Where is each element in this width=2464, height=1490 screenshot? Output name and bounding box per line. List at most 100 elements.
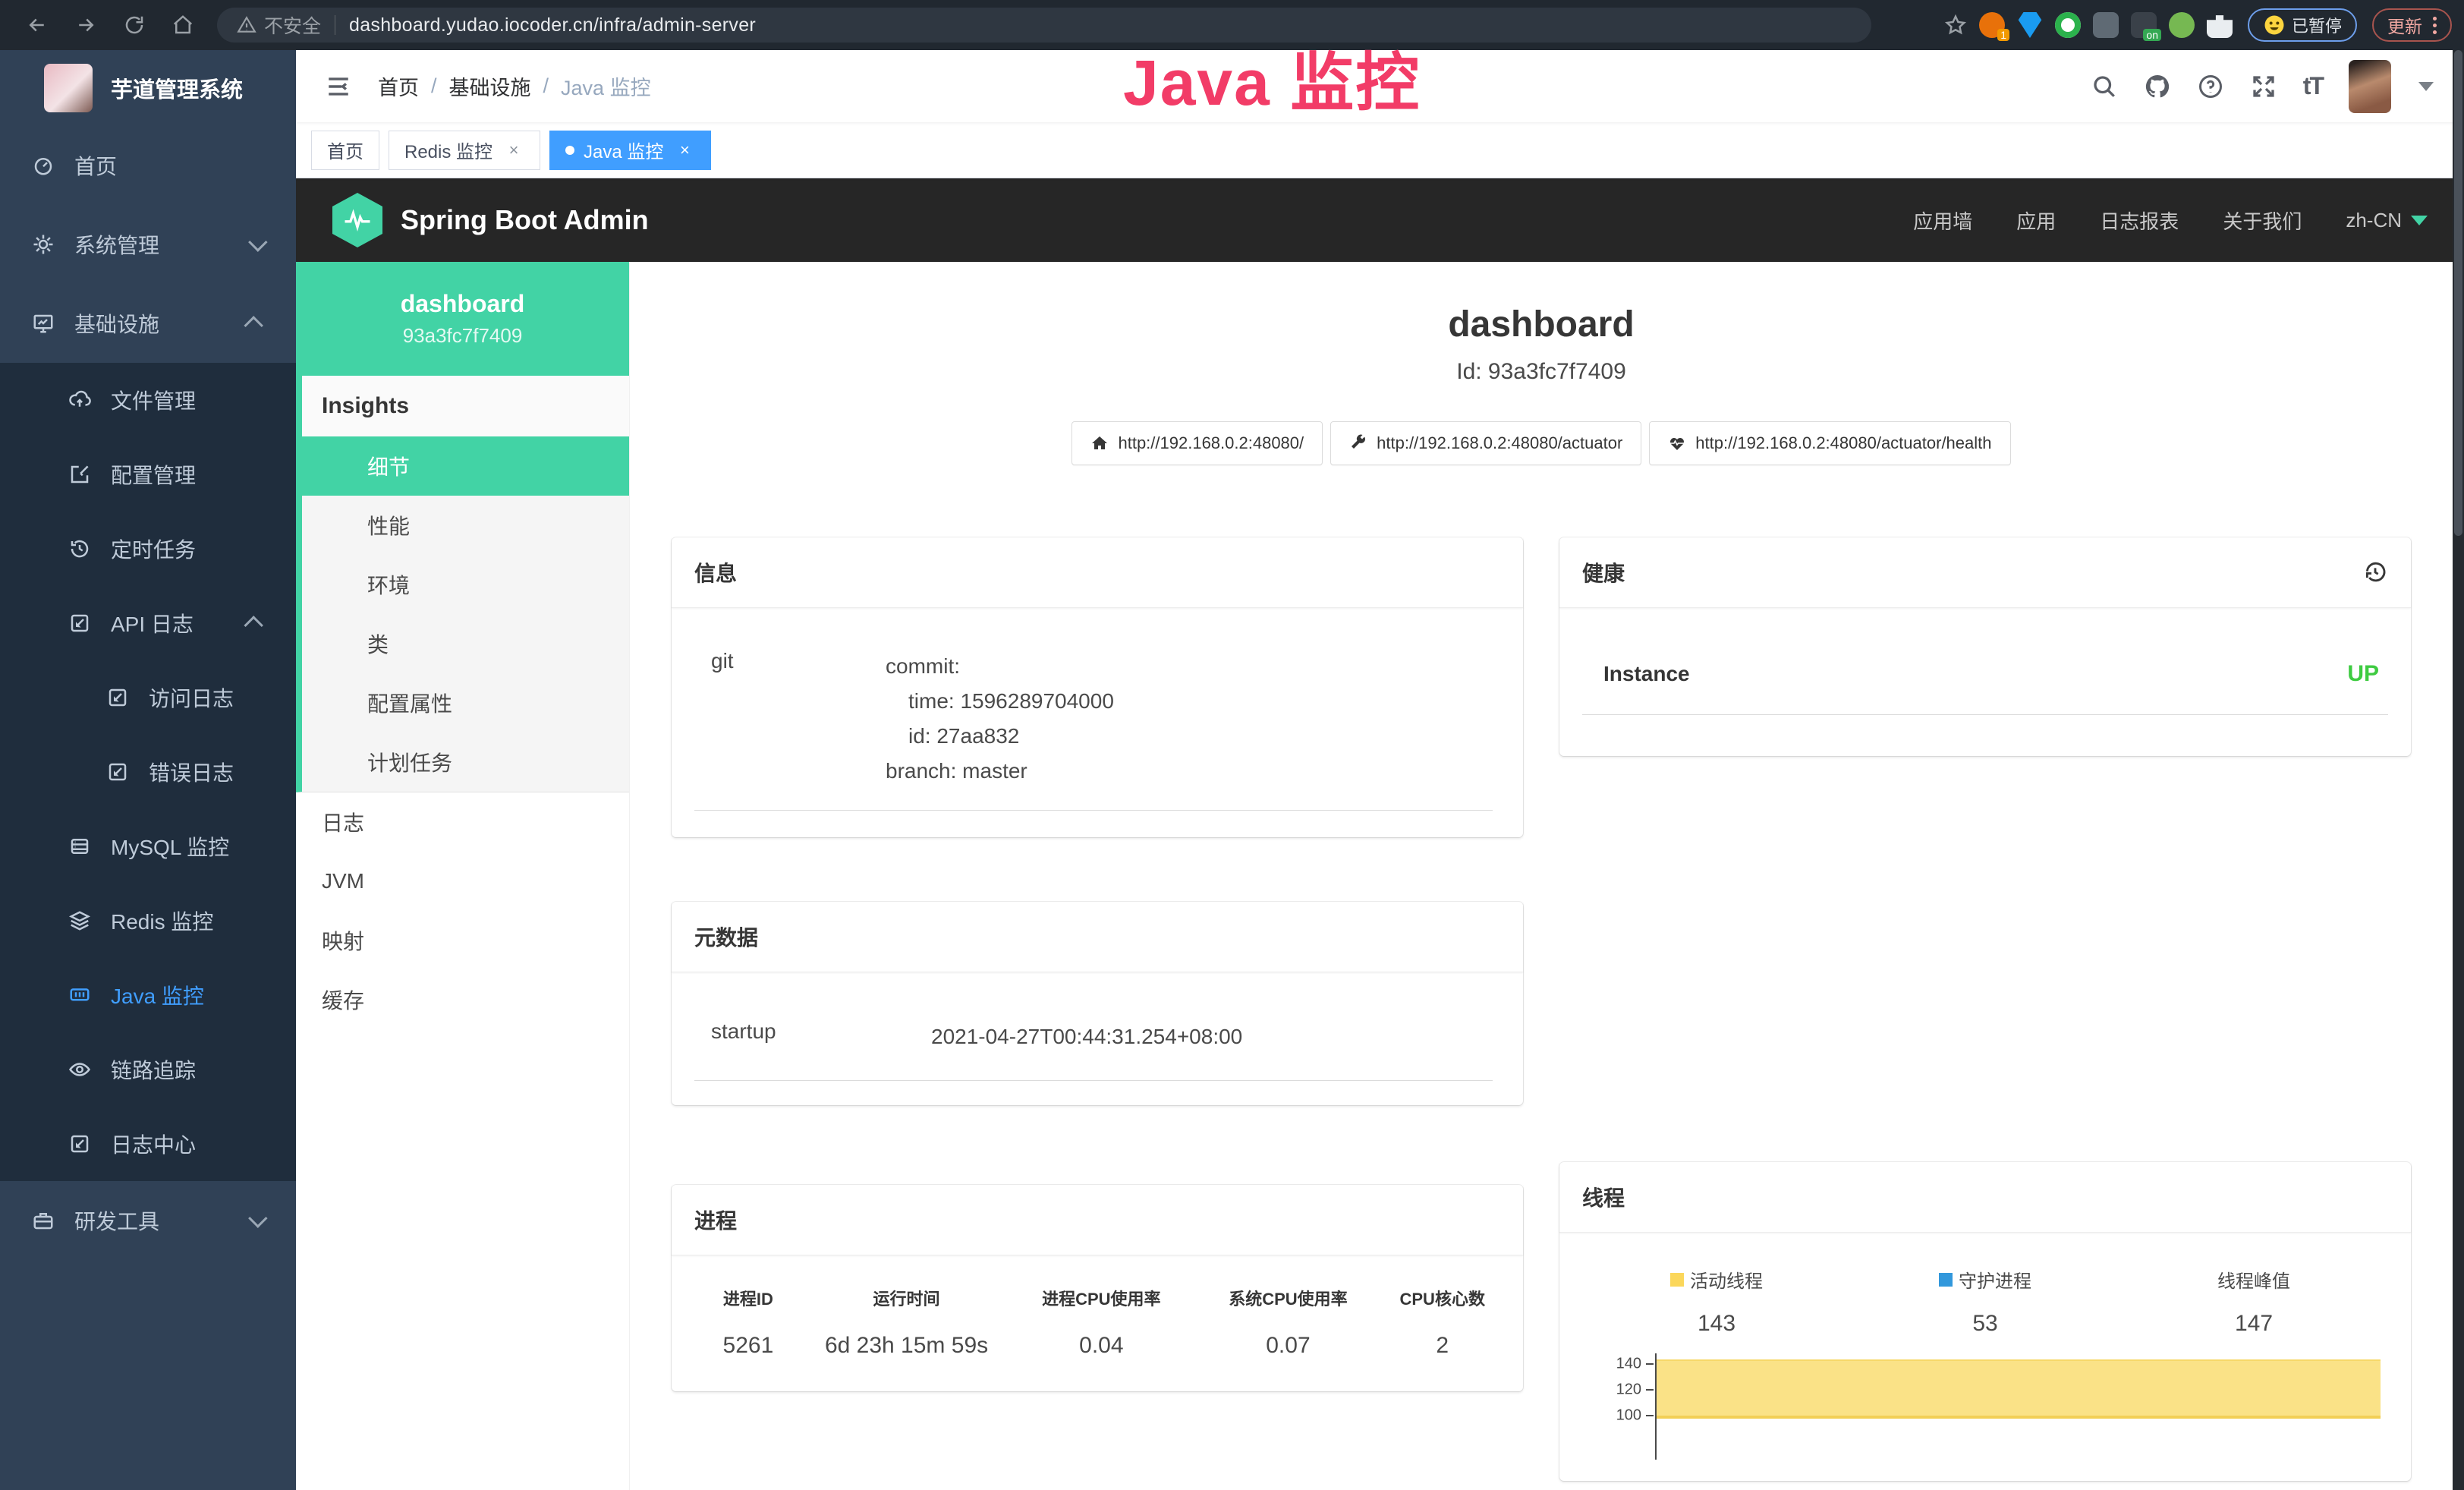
extension-icon[interactable]: 1 (1979, 12, 2005, 38)
extension-icon[interactable] (2017, 12, 2043, 38)
monitor-icon (32, 312, 55, 335)
sba-item-jvm[interactable]: JVM (296, 852, 629, 911)
sidebar-item-api-logs[interactable]: API 日志 (0, 586, 296, 660)
extension-icon[interactable] (2055, 12, 2081, 38)
sba-nav-journal[interactable]: 日志报表 (2100, 206, 2179, 235)
tab-home[interactable]: 首页 (311, 131, 379, 170)
tick-mark (1646, 1389, 1654, 1391)
status-badge: UP (2347, 661, 2379, 687)
legend-label: 守护进程 (1959, 1266, 2031, 1293)
sba-item-logging[interactable]: 日志 (296, 792, 629, 852)
sba-item-config-props[interactable]: 配置属性 (302, 673, 629, 732)
legend-label: 线程峰值 (2217, 1266, 2290, 1293)
sidebar-item-label: 日志中心 (111, 1129, 196, 1159)
browser-home-icon[interactable] (172, 14, 194, 36)
sba-nav-about[interactable]: 关于我们 (2223, 206, 2302, 235)
instance-links: http://192.168.0.2:48080/ http://192.168… (630, 421, 2453, 465)
extensions-puzzle-icon[interactable] (2207, 12, 2233, 38)
sidebar-item-access-logs[interactable]: 访问日志 (0, 660, 296, 735)
spring-boot-admin-logo[interactable] (332, 193, 382, 247)
main-sidebar: 芋道管理系统 首页 系统管理 基础设施 文件管理 配置管理 (0, 50, 296, 1490)
breadcrumb-home[interactable]: 首页 (378, 71, 419, 101)
sba-item-caches[interactable]: 缓存 (296, 970, 629, 1029)
extension-icon[interactable]: on (2131, 12, 2157, 38)
browser-reload-icon[interactable] (123, 14, 146, 36)
sidebar-item-config-management[interactable]: 配置管理 (0, 437, 296, 512)
extension-icon[interactable] (2093, 12, 2119, 38)
column-value: 5261 (691, 1333, 805, 1359)
scrollbar-thumb[interactable] (2454, 50, 2462, 536)
sba-item-environment[interactable]: 环境 (302, 555, 629, 614)
sba-item-metrics[interactable]: 性能 (302, 496, 629, 555)
database-icon (68, 835, 91, 858)
service-url-button[interactable]: http://192.168.0.2:48080/ (1072, 421, 1323, 465)
sidebar-item-file-management[interactable]: 文件管理 (0, 363, 296, 437)
sidebar-item-mysql-monitor[interactable]: MySQL 监控 (0, 809, 296, 884)
profile-paused-chip[interactable]: 已暂停 (2248, 8, 2357, 42)
history-icon[interactable] (2362, 559, 2388, 585)
home-icon (1090, 434, 1109, 452)
page-title: dashboard (630, 304, 2453, 345)
github-icon[interactable] (2144, 73, 2171, 100)
sidebar-item-java-monitor[interactable]: Java 监控 (0, 958, 296, 1032)
sidebar-item-tracing[interactable]: 链路追踪 (0, 1032, 296, 1107)
locale-selector[interactable]: zh-CN (2346, 209, 2428, 232)
breadcrumb-infra[interactable]: 基础设施 (449, 71, 531, 101)
browser-menu-icon[interactable] (2433, 17, 2437, 34)
y-axis-tick: 100 (1582, 1407, 1641, 1425)
browser-back-icon[interactable] (26, 14, 49, 36)
sidebar-item-scheduled-jobs[interactable]: 定时任务 (0, 512, 296, 586)
sba-item-scheduled-tasks[interactable]: 计划任务 (302, 732, 629, 792)
browser-forward-icon[interactable] (74, 14, 97, 36)
sidebar-item-label: Java 监控 (111, 980, 204, 1010)
extension-icon[interactable] (2169, 12, 2195, 38)
chrome-update-button[interactable]: 更新 (2372, 8, 2452, 42)
bookmark-star-icon[interactable] (1944, 14, 1967, 36)
edit-icon (68, 463, 91, 486)
tab-java-monitor[interactable]: Java 监控 × (549, 131, 711, 170)
column-header: CPU核心数 (1381, 1286, 1503, 1310)
tab-redis-monitor[interactable]: Redis 监控 × (389, 131, 540, 170)
sba-sidebar: dashboard 93a3fc7f7409 Insights 细节 性能 环境… (296, 262, 630, 1490)
sidebar-fold-icon[interactable] (323, 74, 354, 99)
metadata-row-label: startup (711, 1019, 931, 1054)
toolbox-icon (32, 1209, 55, 1232)
java-monitor-icon (68, 984, 91, 1006)
breadcrumb-separator: / (431, 74, 437, 98)
close-icon[interactable]: × (503, 140, 524, 161)
process-column-cpu-cores: CPU核心数 2 (1381, 1286, 1503, 1359)
instance-header[interactable]: dashboard 93a3fc7f7409 (296, 262, 629, 376)
legend-value: 53 (1851, 1311, 2119, 1337)
sidebar-item-label: 文件管理 (111, 385, 196, 415)
sba-nav-applications[interactable]: 应用 (2016, 206, 2056, 235)
sba-nav-links: 应用墙 应用 日志报表 关于我们 zh-CN (1913, 206, 2428, 235)
sidebar-item-home[interactable]: 首页 (0, 126, 296, 205)
breadcrumb-current: Java 监控 (561, 71, 651, 101)
sidebar-item-error-logs[interactable]: 错误日志 (0, 735, 296, 809)
sidebar-item-devtools[interactable]: 研发工具 (0, 1181, 296, 1260)
sidebar-item-log-center[interactable]: 日志中心 (0, 1107, 296, 1181)
sba-brand-title: Spring Boot Admin (401, 204, 649, 236)
sidebar-item-system[interactable]: 系统管理 (0, 205, 296, 284)
sba-nav-wallboard[interactable]: 应用墙 (1913, 206, 1972, 235)
user-avatar[interactable] (2349, 60, 2391, 113)
actuator-url-button[interactable]: http://192.168.0.2:48080/actuator (1330, 421, 1641, 465)
log-edit-icon (106, 686, 129, 709)
window-scrollbar[interactable] (2453, 50, 2464, 1490)
help-circle-icon[interactable] (2197, 73, 2224, 100)
sba-item-classes[interactable]: 类 (302, 614, 629, 673)
app-logo[interactable]: 芋道管理系统 (0, 50, 296, 126)
column-header: 运行时间 (805, 1286, 1009, 1310)
health-url-button[interactable]: http://192.168.0.2:48080/actuator/health (1649, 421, 2010, 465)
sidebar-item-redis-monitor[interactable]: Redis 监控 (0, 884, 296, 958)
avatar-caret-icon[interactable] (2418, 82, 2434, 91)
address-bar[interactable]: 不安全 dashboard.yudao.iocoder.cn/infra/adm… (217, 8, 1871, 43)
sidebar-item-infra[interactable]: 基础设施 (0, 284, 296, 363)
close-icon[interactable]: × (674, 140, 695, 161)
font-size-icon[interactable]: tT (2303, 72, 2323, 100)
fullscreen-icon[interactable] (2250, 73, 2277, 100)
sba-item-mappings[interactable]: 映射 (296, 911, 629, 970)
sba-item-details[interactable]: 细节 (302, 436, 629, 496)
navbar-actions: tT (2091, 60, 2464, 113)
search-icon[interactable] (2091, 73, 2118, 100)
